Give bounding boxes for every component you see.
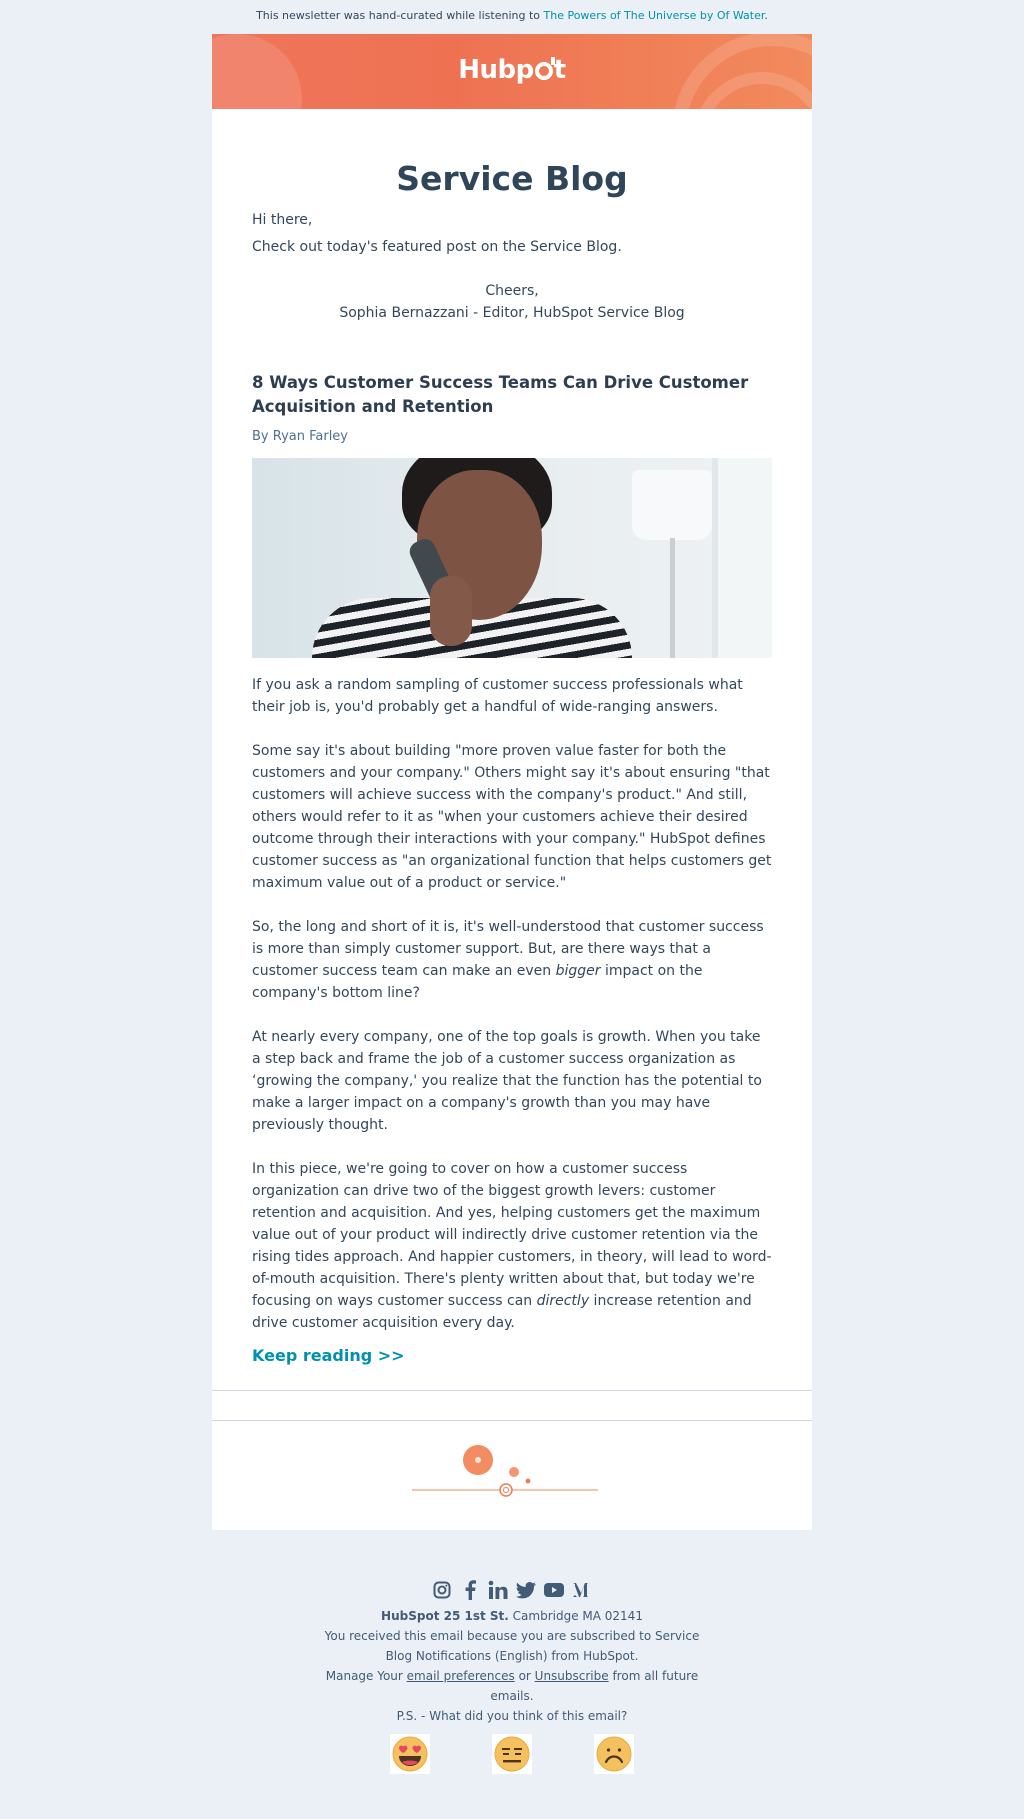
- manage-preferences: Manage Your email preferences or Unsubsc…: [322, 1666, 702, 1706]
- hubspot-logo[interactable]: Hubp t: [212, 55, 812, 85]
- feedback-options: [0, 1734, 1024, 1774]
- unsubscribe-link[interactable]: Unsubscribe: [535, 1669, 609, 1683]
- logo-text: t: [553, 55, 566, 85]
- footer-illustration: [212, 1421, 812, 1530]
- preheader-end: .: [764, 9, 768, 22]
- medium-icon[interactable]: [572, 1580, 592, 1600]
- keep-reading-link[interactable]: Keep reading >>: [252, 1346, 405, 1365]
- blog-title: Service Blog: [396, 159, 628, 198]
- paragraph: So, the long and short of it is, it's we…: [252, 916, 772, 1004]
- paragraph: In this piece, we're going to cover on h…: [252, 1158, 772, 1334]
- email-preferences-link[interactable]: email preferences: [407, 1669, 515, 1683]
- facebook-icon[interactable]: [460, 1580, 480, 1600]
- emphasis: directly: [536, 1293, 590, 1309]
- sprocket-icon: [534, 57, 555, 80]
- paragraph-text: Some say it's about building "more prove…: [252, 743, 772, 891]
- editor-signature: Sophia Bernazzani - Editor, HubSpot Serv…: [339, 305, 685, 321]
- preheader-text: This newsletter was hand-curated while l…: [256, 9, 544, 22]
- intro-text: Check out today's featured post on the S…: [252, 239, 622, 255]
- post-title[interactable]: 8 Ways Customer Success Teams Can Drive …: [252, 371, 772, 419]
- frown-emoji[interactable]: [594, 1734, 634, 1774]
- heart-eyes-emoji[interactable]: [390, 1734, 430, 1774]
- paragraph: At nearly every company, one of the top …: [252, 1029, 762, 1133]
- youtube-icon[interactable]: [544, 1580, 564, 1600]
- hero-hand: [430, 576, 472, 646]
- main-content: Service Blog Hi there, Check out today's…: [212, 109, 812, 1390]
- greeting: Hi there,: [252, 212, 313, 228]
- manage-text: or: [514, 1669, 535, 1683]
- neutral-emoji[interactable]: [492, 1734, 532, 1774]
- signoff: Cheers, Sophia Bernazzani - Editor, HubS…: [252, 280, 772, 324]
- orbit-illustration: [412, 1445, 598, 1497]
- post-hero-image[interactable]: [252, 458, 772, 658]
- logo-text: p: [515, 55, 535, 85]
- manage-text: Manage Your: [325, 1669, 407, 1683]
- paragraph-text: In this piece, we're going to cover on h…: [252, 1161, 772, 1309]
- linkedin-icon[interactable]: [488, 1580, 508, 1600]
- company-city: Cambridge MA 02141: [508, 1609, 643, 1623]
- logo-text: Hub: [458, 55, 516, 85]
- company-address: HubSpot 25 1st St. Cambridge MA 02141: [0, 1606, 1024, 1626]
- company-name: HubSpot 25 1st St.: [381, 1609, 509, 1623]
- post-byline: By Ryan Farley: [252, 429, 348, 444]
- feedback-prompt: P.S. - What did you think of this email?: [396, 1709, 628, 1723]
- hero-lamp: [632, 470, 712, 540]
- twitter-icon[interactable]: [516, 1580, 536, 1600]
- instagram-icon[interactable]: [432, 1580, 452, 1600]
- song-link[interactable]: The Powers of The Universe by Of Water: [544, 9, 765, 22]
- hero-window: [712, 458, 772, 658]
- header-banner: Hubp t: [212, 34, 812, 109]
- preheader: This newsletter was hand-curated while l…: [0, 0, 1024, 34]
- hero-lamp-pole: [670, 538, 675, 658]
- paragraph: If you ask a random sampling of customer…: [252, 677, 743, 715]
- emphasis: bigger: [555, 963, 601, 979]
- social-links: [0, 1580, 1024, 1600]
- email-container: Hubp t Service Blog Hi there, Check out t…: [212, 34, 812, 1530]
- post-excerpt: If you ask a random sampling of customer…: [252, 674, 772, 1334]
- cheers-text: Cheers,: [485, 283, 539, 299]
- paragraph: Some say it's about building "more prove…: [252, 740, 772, 894]
- subscription-reason: You received this email because you are …: [324, 1629, 700, 1663]
- footer: HubSpot 25 1st St. Cambridge MA 02141 Yo…: [0, 1530, 1024, 1774]
